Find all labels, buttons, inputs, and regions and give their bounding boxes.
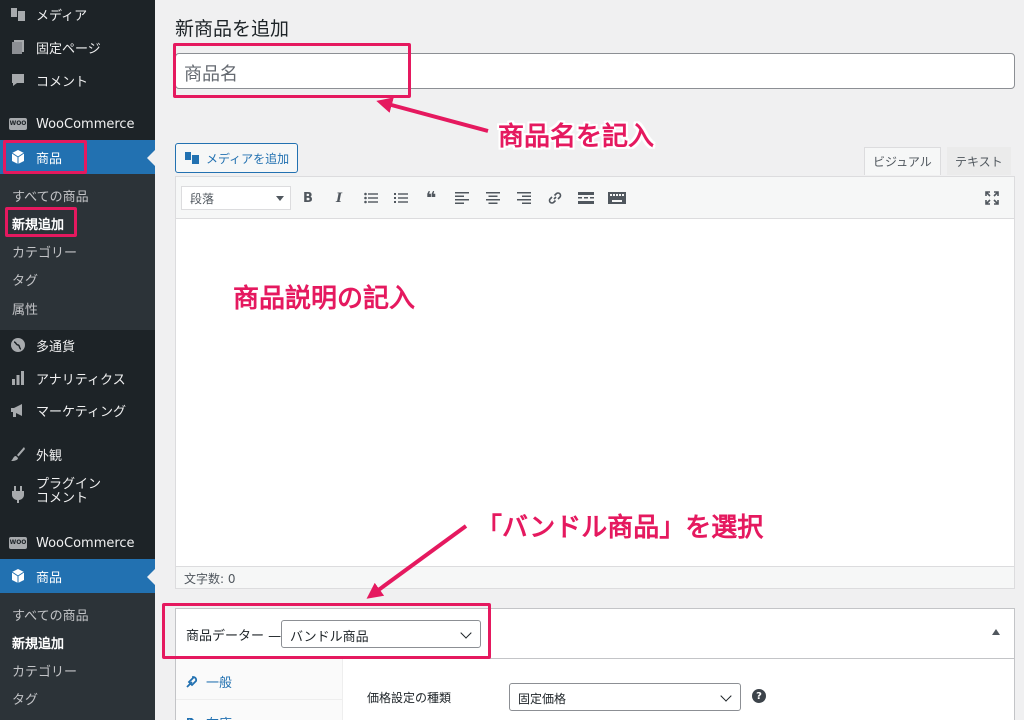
align-left-icon (455, 192, 469, 204)
media-icon (8, 4, 28, 24)
pricing-type-label: 価格設定の種類 (367, 691, 452, 705)
admin-sidebar: メディア 固定ページ コメント WOO WooCommerce 商品 すべての商… (0, 0, 155, 720)
submenu-categories-2[interactable]: カテゴリー (12, 661, 77, 680)
menu-products-2-label: 商品 (36, 570, 63, 586)
bullet-list-icon (364, 192, 378, 204)
word-count: 文字数: 0 (176, 566, 1014, 588)
align-center-icon (486, 192, 500, 204)
brush-icon (8, 444, 28, 464)
toolbar-toggle-button[interactable] (605, 186, 629, 210)
keyboard-icon (608, 192, 626, 204)
comment-icon (8, 70, 28, 90)
menu-plugins-label: プラグイン コメント (36, 477, 102, 506)
chevron-down-icon (720, 690, 732, 702)
menu-comments-label: コメント (36, 74, 89, 90)
bullet-list-button[interactable] (359, 186, 383, 210)
plugin-icon (8, 484, 28, 504)
menu-woocommerce-label: WooCommerce (36, 116, 135, 132)
chart-icon (8, 368, 28, 388)
menu-analytics[interactable]: アナリティクス (0, 361, 155, 395)
pricing-type-value: 固定価格 (518, 692, 567, 706)
menu-media[interactable]: メディア (0, 0, 155, 31)
menu-appearance[interactable]: 外観 (0, 437, 155, 471)
tab-inventory-label: 在庫 (206, 713, 232, 720)
menu-marketing-label: マーケティング (36, 404, 126, 420)
submenu-tags[interactable]: タグ (12, 270, 38, 289)
align-left-button[interactable] (450, 186, 474, 210)
align-right-icon (517, 192, 531, 204)
menu-pages[interactable]: 固定ページ (0, 30, 155, 64)
italic-button[interactable]: I (327, 186, 351, 210)
tab-general-label: 一般 (206, 676, 233, 691)
link-button[interactable] (543, 186, 567, 210)
product-icon (8, 566, 28, 586)
tab-text[interactable]: テキスト (947, 147, 1011, 175)
menu-woocommerce-2-label: WooCommerce (36, 535, 135, 551)
align-center-button[interactable] (481, 186, 505, 210)
annotation-bundle-note: 「バンドル商品」を選択 (476, 513, 764, 543)
megaphone-icon (8, 400, 28, 420)
menu-multicurrency-label: 多通貨 (36, 339, 76, 355)
menu-products-2[interactable]: 商品 (0, 559, 155, 593)
tag-icon (187, 717, 195, 720)
annotation-desc-note: 商品説明の記入 (233, 284, 416, 314)
collapse-arrow-icon[interactable] (992, 629, 1000, 635)
menu-pages-label: 固定ページ (36, 41, 101, 57)
tab-divider (176, 699, 343, 700)
menu-comments[interactable]: コメント (0, 63, 155, 97)
menu-woocommerce-2[interactable]: WOO WooCommerce (0, 526, 155, 560)
menu-woocommerce[interactable]: WOO WooCommerce (0, 107, 155, 141)
submenu-categories[interactable]: カテゴリー (12, 242, 77, 261)
editor-toolbar: 段落 B I ❝ (176, 177, 1014, 219)
submenu-attributes[interactable]: 属性 (12, 299, 38, 318)
menu-plugins[interactable]: プラグイン コメント (0, 478, 155, 518)
fullscreen-button[interactable] (980, 186, 1004, 210)
numbered-list-button[interactable] (389, 186, 413, 210)
blockquote-button[interactable]: ❝ (419, 186, 443, 210)
product-data-tabs: 一般 在庫 (176, 659, 343, 720)
globe-icon (8, 335, 28, 355)
submenu-all-products[interactable]: すべての商品 (12, 186, 89, 205)
fullscreen-icon (985, 191, 999, 205)
menu-analytics-label: アナリティクス (36, 372, 126, 388)
submenu-all-products-2[interactable]: すべての商品 (12, 605, 89, 624)
menu-marketing[interactable]: マーケティング (0, 393, 155, 427)
help-icon[interactable]: ? (752, 689, 766, 703)
woo-icon: WOO (8, 533, 28, 553)
align-right-button[interactable] (512, 186, 536, 210)
highlight-add-new (5, 207, 77, 237)
highlight-title (173, 43, 411, 98)
menu-media-label: メディア (36, 8, 88, 24)
numbered-list-icon (394, 193, 408, 203)
link-icon (548, 192, 562, 204)
tab-inventory[interactable]: 在庫 (186, 713, 232, 720)
highlight-product-type (162, 603, 491, 659)
add-media-label: メディアを追加 (206, 151, 290, 166)
media-icon (185, 152, 199, 164)
read-more-icon (578, 192, 594, 204)
tab-visual[interactable]: ビジュアル (864, 147, 941, 175)
wrench-icon (186, 675, 198, 688)
highlight-products-menu (3, 140, 87, 174)
add-media-button[interactable]: メディアを追加 (175, 143, 299, 173)
woo-icon: WOO (8, 114, 28, 134)
tab-general[interactable]: 一般 (186, 672, 232, 691)
pricing-type-select[interactable]: 固定価格 (509, 683, 741, 711)
submenu-add-new-2[interactable]: 新規追加 (12, 633, 64, 652)
page-title: 新商品を追加 (175, 18, 290, 40)
bold-button[interactable]: B (296, 186, 320, 210)
menu-multicurrency[interactable]: 多通貨 (0, 328, 155, 362)
format-select[interactable]: 段落 (181, 186, 291, 210)
menu-appearance-label: 外観 (36, 448, 63, 464)
annotation-title-note: 商品名を記入 (498, 122, 655, 152)
page-icon (8, 37, 28, 57)
read-more-button[interactable] (574, 186, 598, 210)
submenu-tags-2[interactable]: タグ (12, 689, 38, 708)
